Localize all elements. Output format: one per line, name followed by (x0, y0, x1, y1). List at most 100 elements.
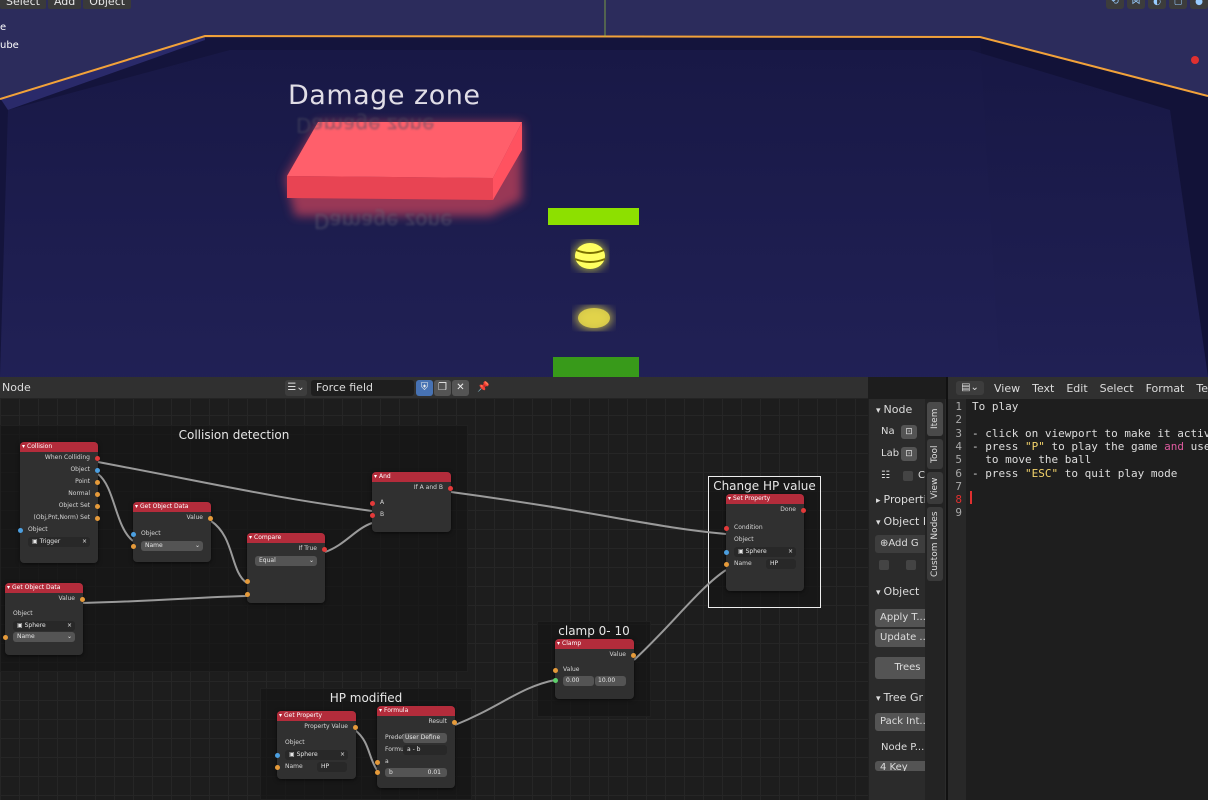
socket[interactable] (208, 516, 213, 521)
formula-field[interactable]: a - b (403, 745, 447, 755)
get-object-data-node-2[interactable]: Get Object Data Value Object ▣ Sphere× N… (3, 583, 85, 655)
menu-edit[interactable]: Edit (1066, 382, 1087, 395)
name-field-icon[interactable]: ⊡ (901, 425, 917, 439)
menu-view[interactable]: View (994, 382, 1020, 395)
text-line[interactable]: 2 (948, 413, 972, 426)
clamp-node[interactable]: Clamp Value Value 0.00 10.00 (553, 639, 636, 699)
socket[interactable] (18, 528, 23, 533)
text-line[interactable]: 7 (948, 480, 972, 493)
compare-node[interactable]: Compare If True Equal⌄ (245, 533, 327, 603)
socket[interactable] (553, 668, 558, 673)
get-property-node[interactable]: Get Property Property Value Object ▣ Sph… (275, 711, 358, 779)
object-field[interactable]: ▣ Trigger × (28, 537, 90, 547)
close-icon[interactable]: ✕ (452, 380, 469, 396)
socket[interactable] (275, 753, 280, 758)
name-field[interactable]: HP (317, 762, 347, 772)
color-checkbox[interactable] (903, 471, 913, 481)
socket[interactable] (275, 765, 280, 770)
socket[interactable] (80, 597, 85, 602)
toggle-checkbox[interactable] (879, 560, 889, 570)
socket[interactable] (95, 468, 100, 473)
socket[interactable] (553, 678, 558, 683)
menu-select[interactable]: Select (0, 0, 46, 9)
fake-user-icon[interactable]: ⛨ (416, 380, 433, 396)
attribute-dropdown[interactable]: Name ⌄ (131, 541, 203, 551)
object-field[interactable]: ▣ Sphere × (13, 621, 75, 631)
menu-add[interactable]: Add (47, 0, 82, 9)
tab-tool[interactable]: Tool (927, 439, 943, 469)
socket[interactable] (245, 592, 250, 597)
tree-selector-icon[interactable]: ☰⌄ (285, 380, 307, 396)
and-node[interactable]: And If A and B A B (370, 472, 453, 532)
collision-node[interactable]: Collision When Colliding Object Point No… (18, 442, 100, 563)
socket[interactable] (95, 516, 100, 521)
formula-node[interactable]: Formula Result PredefUser Define Formua … (375, 706, 457, 788)
editor-type-icon[interactable]: ▤⌄ (956, 381, 984, 395)
menu-text[interactable]: Text (1032, 382, 1054, 395)
socket[interactable] (3, 635, 8, 640)
object-field[interactable]: ▣ Sphere × (275, 750, 348, 760)
socket[interactable] (95, 504, 100, 509)
line-number: 2 (955, 413, 962, 427)
socket[interactable] (131, 544, 136, 549)
menu-select[interactable]: Select (1100, 382, 1134, 395)
node-editor[interactable]: Collision detection HP modified clamp 0-… (0, 377, 868, 800)
max-field[interactable]: 10.00 (595, 676, 626, 686)
3d-viewport[interactable]: Select Add Object ⟲ ⋈ ◐ ▢ ● e ube Damage… (0, 0, 1208, 377)
socket[interactable] (353, 725, 358, 730)
shading-icon[interactable]: ● (1190, 0, 1208, 9)
name-field[interactable]: HP (766, 559, 796, 569)
socket[interactable] (131, 532, 136, 537)
socket[interactable] (370, 513, 375, 518)
socket[interactable] (245, 579, 250, 584)
menu-templates[interactable]: Templa (1196, 382, 1208, 395)
pin-icon[interactable]: 📌 (475, 380, 492, 396)
toggle-checkbox[interactable] (906, 560, 916, 570)
set-property-node[interactable]: Set Property Done Condition Object ▣ Sph… (724, 494, 806, 591)
text-line[interactable]: 5 to move the ball (948, 453, 1091, 466)
socket[interactable] (370, 501, 375, 506)
text-line[interactable]: 8 (948, 493, 972, 506)
b-field[interactable]: b 0.01 (375, 768, 447, 777)
menu-object[interactable]: Object (83, 0, 132, 9)
socket[interactable] (95, 492, 100, 497)
object-field[interactable]: ▣ Sphere × (724, 547, 796, 557)
socket[interactable] (724, 526, 729, 531)
node-title: Formula (377, 706, 455, 716)
socket[interactable] (724, 550, 729, 555)
tab-item[interactable]: Item (927, 402, 943, 436)
text-line[interactable]: 1 To play (948, 400, 1018, 413)
socket[interactable] (631, 653, 636, 658)
overlay-icon[interactable]: ◐ (1148, 0, 1166, 9)
socket[interactable] (724, 562, 729, 567)
editor-label[interactable]: Node (2, 381, 31, 394)
socket[interactable] (801, 508, 806, 513)
operation-dropdown[interactable]: Equal ⌄ (255, 556, 317, 566)
text-line[interactable]: 3 - click on viewport to make it active (948, 427, 1208, 440)
socket[interactable] (452, 720, 457, 725)
snap-icon[interactable]: ⋈ (1127, 0, 1145, 9)
socket[interactable] (375, 760, 380, 765)
attribute-dropdown[interactable]: Name ⌄ (3, 632, 75, 642)
text-line[interactable]: 9 (948, 506, 972, 519)
label-field-icon[interactable]: ⊡ (901, 447, 917, 461)
predefined-dropdown[interactable]: User Define (403, 733, 447, 743)
min-field[interactable]: 0.00 (563, 676, 594, 686)
socket[interactable] (448, 486, 453, 491)
node-tree-name[interactable]: Force field (311, 380, 414, 396)
text-line[interactable]: 4 - press "P" to play the game and use Q (948, 440, 1208, 453)
socket[interactable] (95, 480, 100, 485)
outliner-fragment-1: e (0, 22, 7, 33)
socket[interactable] (375, 770, 380, 775)
socket[interactable] (322, 547, 327, 552)
tab-view[interactable]: View (927, 472, 943, 504)
duplicate-icon[interactable]: ❐ (434, 380, 451, 396)
tab-custom-nodes[interactable]: Custom Nodes (927, 507, 943, 581)
get-object-data-node[interactable]: Get Object Data Value Object Name⌄ (131, 502, 213, 562)
text-line[interactable]: 6 - press "ESC" to quit play mode (948, 467, 1177, 480)
text-editor[interactable]: ▤⌄ View Text Edit Select Format Templa 1… (946, 377, 1208, 800)
gizmo-icon[interactable]: ⟲ (1106, 0, 1124, 9)
socket[interactable] (95, 456, 100, 461)
xray-icon[interactable]: ▢ (1169, 0, 1187, 9)
menu-format[interactable]: Format (1146, 382, 1185, 395)
